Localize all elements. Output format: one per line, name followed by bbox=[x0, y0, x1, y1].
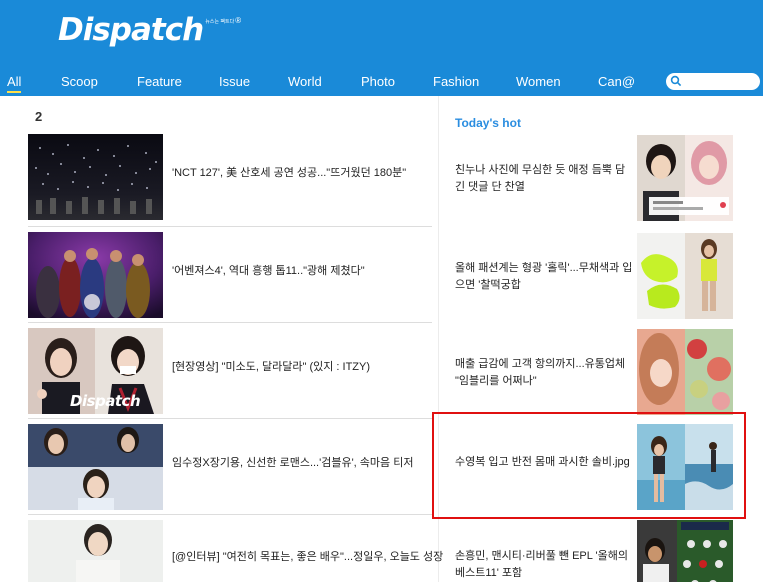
hot-article-thumbnail[interactable] bbox=[637, 233, 733, 319]
nav-item-all[interactable]: All bbox=[7, 74, 22, 93]
article-title[interactable]: [@인터뷰] "여전히 목표는, 좋은 배우"...정일우, 오늘도 성장 bbox=[172, 548, 443, 564]
article-title[interactable]: '어벤져스4', 역대 흥행 톱11.."광해 제쳤다" bbox=[172, 262, 365, 278]
hot-article-item[interactable]: 매출 급감에 고객 항의까지...유통업체 "임블리를 어쩌나" bbox=[455, 329, 733, 415]
hot-article-thumbnail[interactable] bbox=[637, 135, 733, 221]
hot-article-item[interactable]: 친누나 사진에 무심한 듯 애정 듬뿍 담긴 댓글 단 찬열 bbox=[455, 135, 733, 221]
dispatch-logo[interactable]: Dispatch 뉴스는 팩트다 ® bbox=[58, 8, 241, 52]
rank-number: 2 bbox=[35, 109, 43, 124]
article-title[interactable]: 임수정X장기용, 신선한 로맨스...'검블유', 속마음 티저 bbox=[172, 454, 413, 470]
nav-item-fashion[interactable]: Fashion bbox=[433, 74, 479, 89]
logo-text: Dispatch bbox=[58, 12, 204, 48]
main-nav: All Scoop Feature Issue World Photo Fash… bbox=[0, 66, 763, 96]
highlight-box bbox=[432, 412, 746, 519]
row-divider bbox=[28, 514, 432, 515]
hot-article-thumbnail[interactable] bbox=[637, 520, 733, 582]
article-item[interactable]: '어벤져스4', 역대 흥행 톱11.."광해 제쳤다" bbox=[28, 232, 432, 318]
nav-item-photo[interactable]: Photo bbox=[361, 74, 395, 89]
hot-article-title[interactable]: 친누나 사진에 무심한 듯 애정 듬뿍 담긴 댓글 단 찬열 bbox=[455, 162, 633, 196]
article-item[interactable]: 임수정X장기용, 신선한 로맨스...'검블유', 속마음 티저 bbox=[28, 424, 432, 510]
article-thumbnail[interactable]: Dispatch bbox=[28, 328, 163, 414]
hot-article-thumbnail[interactable] bbox=[637, 329, 733, 415]
article-thumbnail[interactable] bbox=[28, 424, 163, 510]
todays-hot-heading: Today's hot bbox=[455, 116, 521, 130]
article-item[interactable]: Dispatch [현장영상] "미소도, 달라달라" (있지 : ITZY) bbox=[28, 328, 432, 414]
nav-item-women[interactable]: Women bbox=[516, 74, 561, 89]
hot-article-title[interactable]: 올해 패션계는 형광 '홀릭'...무채색과 입으면 '찰떡궁합 bbox=[455, 260, 633, 294]
logo-registered-mark: ® bbox=[235, 16, 242, 25]
nav-item-scoop[interactable]: Scoop bbox=[61, 74, 98, 89]
hot-article-title[interactable]: 손흥민, 맨시티·리버풀 뺀 EPL '올해의 베스트11' 포함 bbox=[455, 548, 633, 582]
article-item[interactable]: 'NCT 127', 美 산호세 공연 성공..."뜨거웠던 180분" bbox=[28, 134, 432, 220]
logo-tagline: 뉴스는 팩트다 bbox=[205, 19, 235, 25]
article-title[interactable]: [현장영상] "미소도, 달라달라" (있지 : ITZY) bbox=[172, 358, 370, 374]
article-title[interactable]: 'NCT 127', 美 산호세 공연 성공..."뜨거웠던 180분" bbox=[172, 164, 406, 180]
nav-item-world[interactable]: World bbox=[288, 74, 322, 89]
row-divider bbox=[28, 226, 432, 227]
hot-article-item[interactable]: 손흥민, 맨시티·리버풀 뺀 EPL '올해의 베스트11' 포함 bbox=[455, 520, 733, 582]
hot-article-item[interactable]: 올해 패션계는 형광 '홀릭'...무채색과 입으면 '찰떡궁합 bbox=[455, 233, 733, 319]
search-icon bbox=[670, 75, 682, 87]
article-item[interactable]: [@인터뷰] "여전히 목표는, 좋은 배우"...정일우, 오늘도 성장 bbox=[28, 520, 443, 582]
nav-item-feature[interactable]: Feature bbox=[137, 74, 182, 89]
article-thumbnail[interactable] bbox=[28, 134, 163, 220]
row-divider bbox=[28, 418, 432, 419]
search-input[interactable] bbox=[666, 73, 760, 90]
site-header: Dispatch 뉴스는 팩트다 ® All Scoop Feature Iss… bbox=[0, 0, 763, 96]
nav-item-issue[interactable]: Issue bbox=[219, 74, 250, 89]
row-divider bbox=[28, 322, 432, 323]
hot-article-title[interactable]: 매출 급감에 고객 항의까지...유통업체 "임블리를 어쩌나" bbox=[455, 356, 633, 390]
thumbnail-watermark: Dispatch bbox=[70, 392, 141, 410]
article-thumbnail[interactable] bbox=[28, 520, 163, 582]
article-thumbnail[interactable] bbox=[28, 232, 163, 318]
nav-item-can[interactable]: Can@ bbox=[598, 74, 635, 89]
